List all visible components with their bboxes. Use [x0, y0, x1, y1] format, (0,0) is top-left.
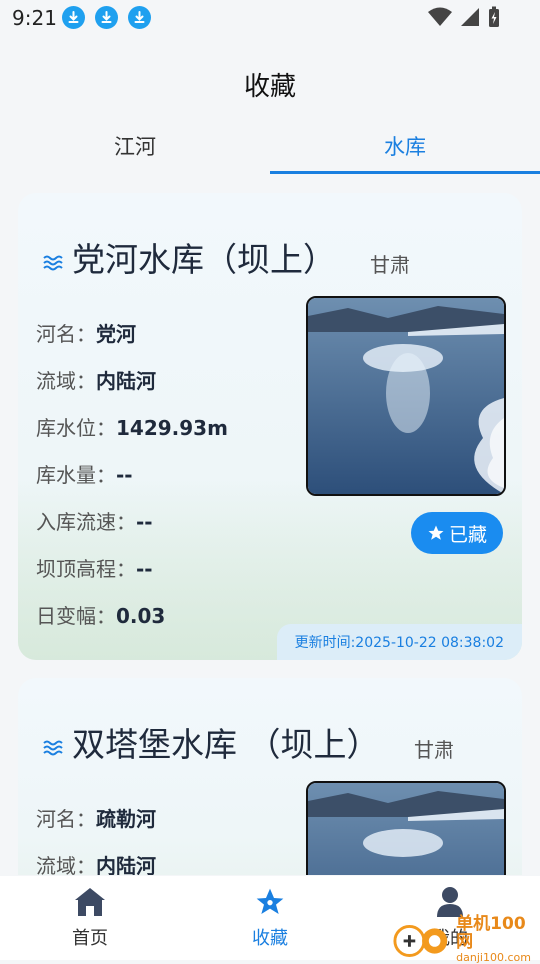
status-time: 9:21 — [12, 6, 57, 30]
watermark-text: 单机100网 — [456, 914, 526, 952]
reservoir-card[interactable]: 党河水库（坝上） 甘肃 河名：党河 流域：内陆河 库水位：1429.93m 库水… — [18, 193, 522, 660]
field-basin: 流域：内陆河 — [36, 369, 156, 393]
reservoir-name: 党河水库（坝上） — [72, 240, 336, 279]
favorite-button[interactable]: 已藏 — [411, 512, 503, 554]
reservoir-province: 甘肃 — [370, 253, 410, 277]
field-basin: 流域：内陆河 — [36, 854, 156, 875]
field-daily-change: 日变幅：0.03 — [36, 604, 166, 628]
download-notification-icon — [128, 6, 151, 29]
field-dam-crest: 坝顶高程：-- — [36, 557, 153, 581]
favorites-list[interactable]: 党河水库（坝上） 甘肃 河名：党河 流域：内陆河 库水位：1429.93m 库水… — [0, 175, 540, 875]
battery-icon — [489, 6, 499, 27]
nav-favorites[interactable]: 收藏 — [180, 876, 360, 960]
field-water-level: 库水位：1429.93m — [36, 416, 228, 440]
reservoir-name: 双塔堡水库 （坝上） — [72, 725, 380, 764]
field-river-name: 河名：疏勒河 — [36, 807, 156, 831]
nav-favorites-label: 收藏 — [252, 928, 288, 949]
wifi-icon — [428, 7, 452, 26]
update-time: 更新时间:2025-10-22 08:38:02 — [276, 624, 522, 660]
watermark: 单机100网 danji100.com — [392, 914, 540, 964]
watermark-logo-icon — [393, 924, 448, 957]
page-title: 收藏 — [243, 72, 296, 102]
field-inflow: 入库流速：-- — [36, 510, 153, 534]
reservoir-card[interactable]: 双塔堡水库 （坝上） 甘肃 河名：疏勒河 流域：内陆河 — [18, 678, 522, 875]
star-icon — [256, 888, 284, 914]
nav-home[interactable]: 首页 — [0, 876, 180, 960]
field-river-name: 河名：党河 — [36, 322, 136, 346]
star-icon — [428, 525, 444, 540]
field-storage: 库水量：-- — [36, 463, 133, 487]
signal-icon — [461, 8, 479, 26]
nav-home-label: 首页 — [72, 928, 108, 949]
reservoir-photo[interactable] — [306, 296, 506, 496]
download-notification-icon — [95, 6, 118, 29]
watermark-url: danji100.com — [456, 950, 531, 964]
tab-bar: 江河 水库 — [0, 118, 540, 174]
status-bar: 9:21 — [0, 0, 540, 36]
favorite-button-label: 已藏 — [448, 523, 487, 546]
system-icons — [428, 6, 500, 28]
download-notification-icon — [62, 6, 85, 29]
reservoir-province: 甘肃 — [414, 738, 454, 762]
water-level-icon — [43, 740, 63, 756]
reservoir-photo[interactable] — [306, 781, 506, 875]
tab-reservoirs[interactable]: 水库 — [270, 118, 540, 174]
water-level-icon — [43, 255, 63, 271]
home-icon — [75, 888, 105, 916]
tab-rivers[interactable]: 江河 — [0, 118, 270, 174]
